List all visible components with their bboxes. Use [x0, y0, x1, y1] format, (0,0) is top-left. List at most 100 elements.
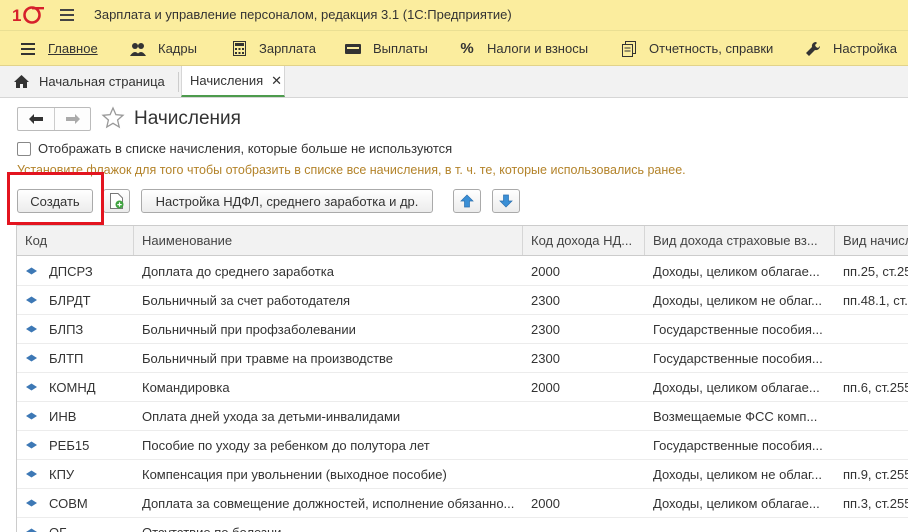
cell-name: Больничный при профзаболевании [142, 321, 356, 337]
cell-income-code [531, 402, 641, 430]
cell-income-code [531, 431, 641, 459]
cell-income-code: 2300 [531, 321, 560, 337]
cell-name: Больничный при травме на производстве [142, 350, 394, 366]
cell-name: Доплата за совмещение должностей, исполн… [142, 495, 515, 511]
row-item-icon [26, 528, 37, 532]
row-item-icon [26, 296, 37, 304]
menu-item-label: Выплаты [373, 41, 428, 56]
tab-divider [178, 72, 179, 92]
cell-insurance-income: Государственные пособия... [653, 321, 823, 337]
menu-item-label: Кадры [158, 41, 197, 56]
column-header-income-code[interactable]: Код дохода НД... [523, 226, 645, 255]
column-header-code[interactable]: Код [17, 226, 134, 255]
wallet-icon [345, 41, 361, 57]
menu-item-taxes[interactable]: % Налоги и взносы [459, 31, 588, 66]
cell-insurance-income: Государственные пособия... [653, 437, 823, 453]
cell-accrual-type [843, 344, 908, 372]
menu-item-hr[interactable]: Кадры [130, 31, 197, 66]
tab-label: Начальная страница [39, 74, 165, 89]
cell-name: Компенсация при увольнении (выходное пос… [142, 466, 447, 482]
cell-name: Командировка [142, 379, 230, 395]
cell-code: БЛПЗ [49, 321, 84, 337]
row-item-icon [26, 267, 37, 275]
tab-home[interactable]: Начальная страница [14, 66, 165, 97]
cell-accrual-type: пп.25, ст.25 [843, 263, 908, 279]
menu-item-label: Зарплата [259, 41, 316, 56]
wrench-icon [805, 41, 821, 57]
add-document-icon [109, 193, 123, 209]
cell-income-code [531, 460, 641, 488]
forward-button[interactable] [54, 108, 90, 130]
cell-code: ОБ [49, 524, 68, 532]
1c-logo-icon[interactable]: 1 [12, 5, 46, 25]
table-row[interactable]: БЛТП Больничный при травме на производств… [17, 344, 908, 373]
cell-code: РЕБ15 [49, 437, 90, 453]
cell-income-code: 2000 [531, 379, 560, 395]
column-header-name[interactable]: Наименование [134, 226, 523, 255]
move-up-button[interactable] [453, 189, 481, 213]
cell-insurance-income: Доходы, целиком не облаг... [653, 466, 822, 482]
show-unused-checkbox[interactable] [17, 141, 31, 156]
row-item-icon [26, 499, 37, 507]
calculator-icon [231, 41, 247, 57]
table-row[interactable]: ОБ Отсутствие по болезни [17, 518, 908, 532]
menu-item-main[interactable]: Главное [20, 31, 98, 66]
cell-insurance-income: Государственные пособия... [653, 350, 823, 366]
cell-code: КПУ [49, 466, 75, 482]
people-icon [130, 41, 146, 57]
cell-insurance-income: Доходы, целиком не облаг... [653, 292, 822, 308]
cell-income-code: 2000 [531, 495, 560, 511]
column-header-insurance-income[interactable]: Вид дохода страховые вз... [645, 226, 835, 255]
menu-item-reports[interactable]: Отчетность, справки [621, 31, 773, 66]
move-down-button[interactable] [492, 189, 520, 213]
table-header: Код Наименование Код дохода НД... Вид до… [17, 226, 908, 256]
cell-accrual-type: пп.9, ст.255 [843, 466, 908, 482]
table-row[interactable]: КПУ Компенсация при увольнении (выходное … [17, 460, 908, 489]
menu-item-label: Отчетность, справки [649, 41, 774, 56]
table-row[interactable]: ИНВ Оплата дней ухода за детьми-инвалидам… [17, 402, 908, 431]
column-header-accrual-type[interactable]: Вид начисл [835, 226, 908, 255]
cell-income-code: 2000 [531, 263, 560, 279]
table-row[interactable]: БЛРДТ Больничный за счет работодателя 2300… [17, 286, 908, 315]
cell-accrual-type [843, 315, 908, 343]
menu-item-label: Главное [48, 41, 98, 56]
table-row[interactable]: РЕБ15 Пособие по уходу за ребенком до пол… [17, 431, 908, 460]
cell-accrual-type: пп.48.1, ст. [843, 292, 908, 308]
tab-accruals[interactable]: Начисления ✕ [181, 66, 285, 97]
ndfl-settings-button[interactable]: Настройка НДФЛ, среднего заработка и др. [141, 189, 433, 213]
create-copy-button[interactable] [103, 189, 130, 213]
cell-insurance-income [653, 518, 833, 532]
title-bar: 1 Зарплата и управление персоналом, реда… [0, 0, 908, 30]
cell-accrual-type [843, 402, 908, 430]
menu-item-label: Налоги и взносы [487, 41, 589, 56]
cell-name: Оплата дней ухода за детьми-инвалидами [142, 408, 401, 424]
close-icon[interactable]: ✕ [271, 73, 282, 89]
table-row[interactable]: КОМНД Командировка 2000 Доходы, целиком обл… [17, 373, 908, 402]
row-item-icon [26, 325, 37, 333]
back-button[interactable] [18, 108, 54, 130]
cell-code: КОМНД [49, 379, 96, 395]
table-row[interactable]: ДПСРЗ Доплата до среднего заработка 2000 До… [17, 257, 908, 286]
main-menu-icon[interactable] [60, 9, 74, 21]
show-unused-option[interactable]: Отображать в списке начисления, которые … [17, 141, 452, 156]
menu-item-label: Настройка [833, 41, 897, 56]
accruals-table: Код Наименование Код дохода НД... Вид до… [16, 225, 908, 532]
cell-code: ДПСРЗ [49, 263, 93, 279]
menu-item-settings[interactable]: Настройка [805, 31, 897, 66]
cell-code: ИНВ [49, 408, 77, 424]
section-panel: Главное Кадры Зарплата Выплаты % Налоги … [0, 30, 908, 66]
table-row[interactable]: СОВМ Доплата за совмещение должностей, ис… [17, 489, 908, 518]
arrow-up-icon [460, 194, 474, 208]
burger-icon [20, 41, 36, 57]
cell-insurance-income: Доходы, целиком облагае... [653, 495, 820, 511]
row-item-icon [26, 354, 37, 362]
table-row[interactable]: БЛПЗ Больничный при профзаболевании 2300 Го… [17, 315, 908, 344]
cell-code: БЛТП [49, 350, 84, 366]
highlight-annotation [7, 172, 104, 225]
cell-insurance-income: Возмещаемые ФСС комп... [653, 408, 818, 424]
favorite-star-icon[interactable] [101, 106, 125, 130]
menu-item-payments[interactable]: Выплаты [345, 31, 428, 66]
row-item-icon [26, 441, 37, 449]
menu-item-salary[interactable]: Зарплата [231, 31, 316, 66]
home-icon [14, 75, 29, 88]
